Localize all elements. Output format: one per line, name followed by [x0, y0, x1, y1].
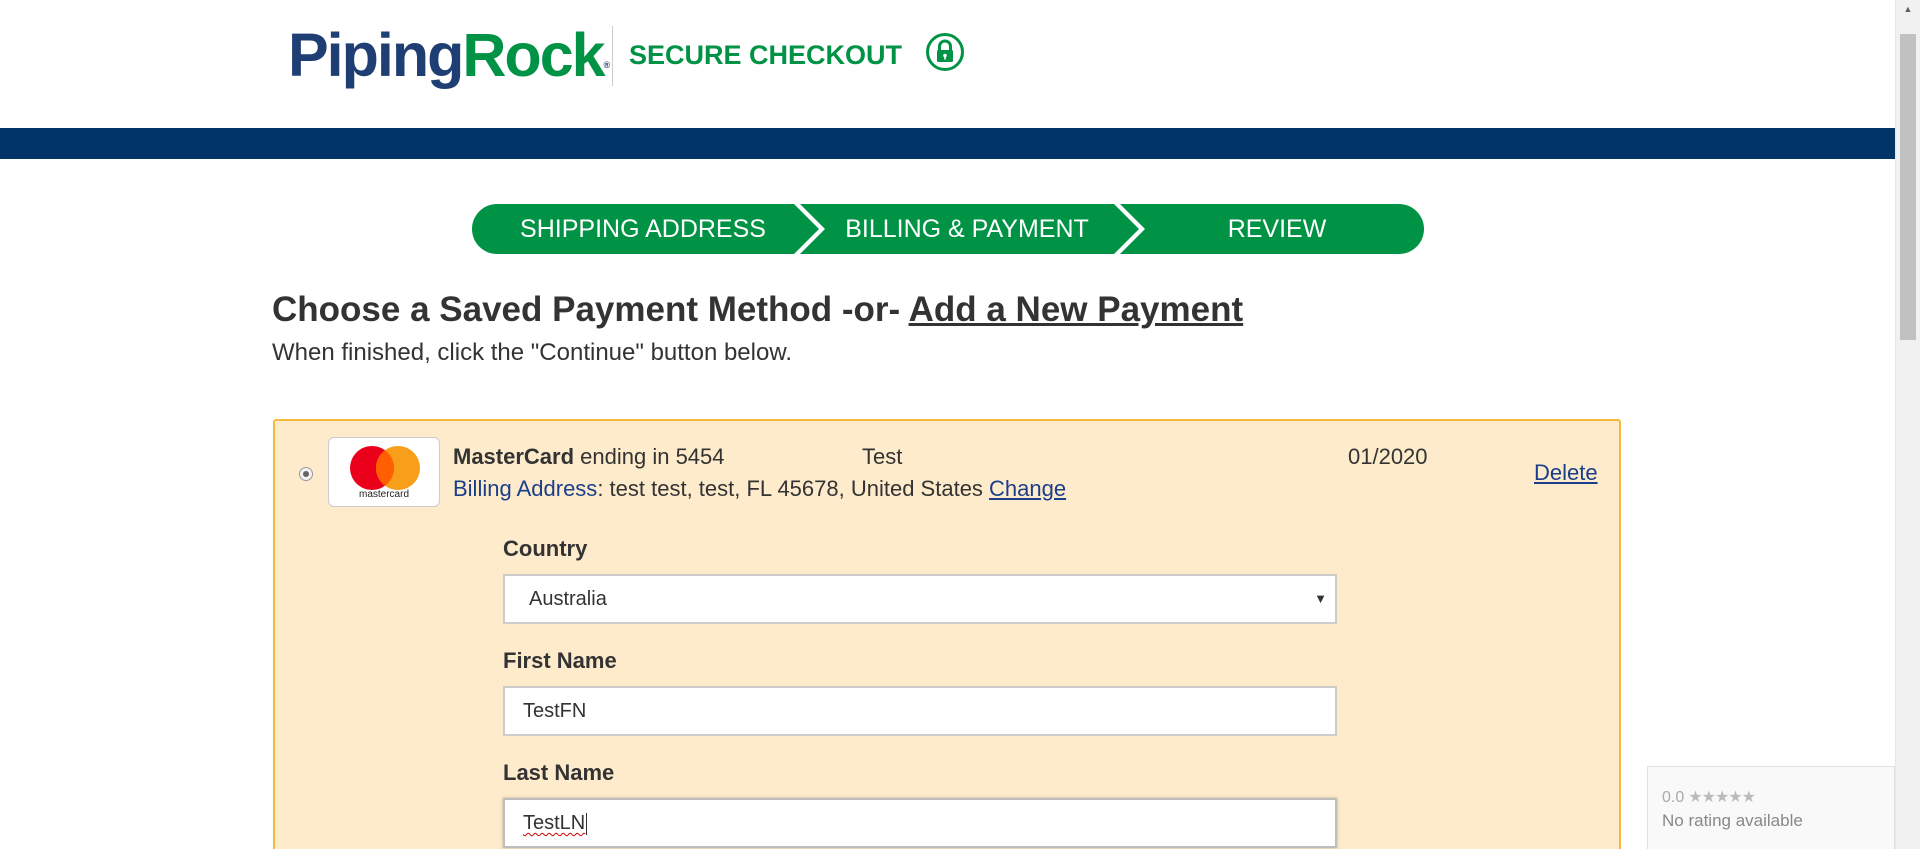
checkout-page: PipingRock® SECURE CHECKOUT SHIPPING ADD…: [0, 0, 1920, 849]
header-divider: [612, 26, 613, 86]
card-ending: ending in 5454: [574, 444, 725, 469]
scrollbar-thumb[interactable]: [1900, 34, 1916, 340]
last-name-input[interactable]: TestLN: [503, 798, 1337, 848]
delete-card-link[interactable]: Delete: [1534, 460, 1598, 486]
card-description: MasterCard ending in 5454: [453, 444, 725, 470]
page-title: Choose a Saved Payment Method -or- Add a…: [272, 286, 1243, 334]
first-name-input[interactable]: TestFN: [503, 686, 1337, 736]
scroll-up-arrow-icon[interactable]: ▲: [1896, 0, 1920, 18]
card-holder-name: Test: [862, 444, 903, 469]
country-label: Country: [503, 536, 588, 561]
step-shipping-address[interactable]: SHIPPING ADDRESS: [472, 204, 814, 254]
card-brand: MasterCard: [453, 444, 575, 469]
last-name-value: TestLN: [523, 812, 586, 834]
piping-rock-logo[interactable]: PipingRock®: [288, 20, 610, 90]
site-header: PipingRock® SECURE CHECKOUT: [0, 0, 1895, 128]
first-name-value: TestFN: [523, 700, 587, 722]
checkout-progress: SHIPPING ADDRESS BILLING & PAYMENT REVIE…: [472, 204, 1424, 254]
payment-radio[interactable]: [299, 467, 313, 481]
store-rating-badge[interactable]: 0.0 ★★★★★ No rating available: [1647, 766, 1895, 849]
first-name-label: First Name: [503, 648, 617, 673]
chevron-down-icon: ▼: [1314, 591, 1327, 606]
page-scrollbar[interactable]: ▲: [1895, 0, 1920, 849]
mastercard-logo: mastercard: [328, 437, 440, 507]
rating-stars-icon: ★★★★★: [1688, 789, 1756, 806]
step-billing-payment[interactable]: BILLING & PAYMENT: [817, 204, 1117, 254]
page-title-text: Choose a Saved Payment Method -or-: [272, 290, 909, 329]
header-band: [0, 128, 1895, 159]
rating-score: 0.0: [1662, 789, 1685, 806]
logo-trademark: ®: [603, 60, 611, 70]
logo-rock-text: Rock: [462, 21, 605, 89]
change-billing-link[interactable]: Change: [989, 476, 1066, 501]
billing-address-value: : test test, test, FL 45678, United Stat…: [597, 476, 990, 501]
card-expiry: 01/2020: [1348, 444, 1428, 469]
secure-checkout-label: SECURE CHECKOUT: [629, 40, 903, 70]
country-selected-value: Australia: [529, 588, 607, 610]
rating-status-text: No rating available: [1662, 811, 1803, 830]
lock-icon: [926, 33, 964, 71]
rating-score-line: 0.0 ★★★★★: [1662, 787, 1756, 807]
billing-address-label: Billing Address: [453, 476, 598, 501]
text-caret: [586, 812, 588, 835]
last-name-label: Last Name: [503, 760, 615, 785]
saved-payment-card: mastercard MasterCard ending in 5454 Tes…: [273, 419, 1621, 849]
instructions-text: When finished, click the "Continue" butt…: [272, 339, 793, 366]
step-review[interactable]: REVIEW: [1137, 204, 1417, 254]
billing-address-line: Billing Address: test test, test, FL 456…: [453, 476, 1066, 502]
add-new-payment-link[interactable]: Add a New Payment: [909, 290, 1244, 329]
mastercard-logo-text: mastercard: [358, 489, 409, 500]
logo-piping-text: Piping: [288, 21, 464, 89]
country-select[interactable]: Australia ▼: [503, 574, 1337, 624]
